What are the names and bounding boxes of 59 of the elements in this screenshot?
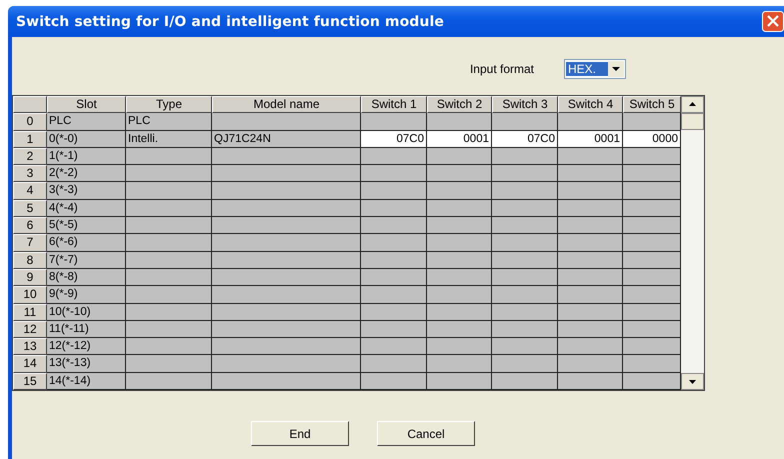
slot-cell: PLC xyxy=(47,113,126,131)
switch-field[interactable]: 0001 xyxy=(558,130,623,148)
model-name-cell: QJ71C24N xyxy=(212,130,361,148)
row-number: 8 xyxy=(13,252,47,269)
column-header: Switch 5 xyxy=(623,96,681,114)
input-format-label: Input format xyxy=(470,62,534,76)
slot-cell: 8(*-8) xyxy=(47,268,126,286)
corner-header xyxy=(13,96,47,114)
slot-cell: 11(*-11) xyxy=(47,320,126,338)
end-button[interactable]: End xyxy=(251,421,349,446)
scroll-up-icon[interactable] xyxy=(681,96,704,113)
switch-field[interactable]: 0001 xyxy=(427,130,492,148)
row-number: 0 xyxy=(13,113,47,131)
column-header: Type xyxy=(126,96,212,114)
column-header: Slot xyxy=(47,96,126,114)
scroll-down-icon[interactable] xyxy=(681,373,704,390)
window-title: Switch setting for I/O and intelligent function module xyxy=(16,14,444,30)
row-number: 9 xyxy=(13,268,47,286)
slot-cell: 12(*-12) xyxy=(47,338,126,356)
close-icon[interactable] xyxy=(762,11,784,32)
row-number: 10 xyxy=(13,286,47,304)
row-number: 4 xyxy=(13,182,47,200)
slot-cell: 6(*-6) xyxy=(47,234,126,252)
slot-cell: 0(*-0) xyxy=(47,130,126,148)
cancel-button[interactable]: Cancel xyxy=(377,421,475,446)
row-number: 1 xyxy=(13,130,47,148)
input-format-dropdown[interactable]: HEX. xyxy=(564,59,626,79)
type-cell: PLC xyxy=(126,113,212,131)
slot-cell: 3(*-3) xyxy=(47,182,126,200)
type-cell: Intelli. xyxy=(126,130,212,148)
vertical-scrollbar[interactable] xyxy=(681,96,704,390)
slot-cell: 13(*-13) xyxy=(47,355,126,373)
switch-field[interactable]: 07C0 xyxy=(361,130,427,148)
row-number: 7 xyxy=(13,234,47,252)
row-number: 13 xyxy=(13,338,47,356)
row-number: 6 xyxy=(13,217,47,234)
row-number: 3 xyxy=(13,165,47,182)
row-number: 2 xyxy=(13,148,47,166)
slot-cell: 7(*-7) xyxy=(47,252,126,269)
row-number: 14 xyxy=(13,355,47,373)
column-header: Switch 3 xyxy=(492,96,558,114)
column-header: Switch 1 xyxy=(361,96,427,114)
column-header: Switch 2 xyxy=(427,96,492,114)
slot-cell: 2(*-2) xyxy=(47,165,126,182)
scroll-thumb[interactable] xyxy=(681,113,704,130)
row-number: 5 xyxy=(13,200,47,218)
slot-cell: 4(*-4) xyxy=(47,200,126,218)
row-number: 15 xyxy=(13,372,47,390)
slot-cell: 10(*-10) xyxy=(47,304,126,321)
switch-field[interactable]: 07C0 xyxy=(492,130,558,148)
slot-cell: 5(*-5) xyxy=(47,217,126,234)
slot-cell: 14(*-14) xyxy=(47,372,126,390)
row-number: 12 xyxy=(13,320,47,338)
slot-cell: 1(*-1) xyxy=(47,148,126,166)
column-header: Switch 4 xyxy=(558,96,623,114)
column-header: Model name xyxy=(212,96,361,114)
row-number: 11 xyxy=(13,304,47,321)
switch-field[interactable]: 0000 xyxy=(623,130,681,148)
slot-cell: 9(*-9) xyxy=(47,286,126,304)
